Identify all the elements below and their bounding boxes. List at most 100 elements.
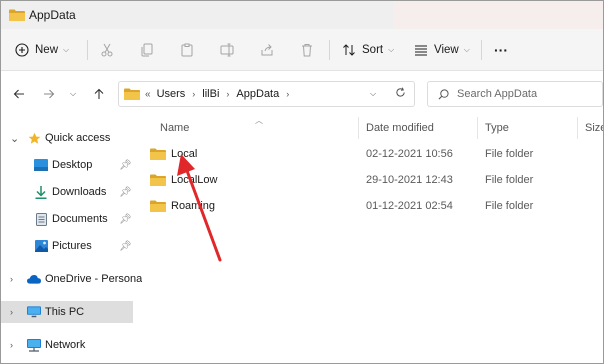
pin-icon[interactable]: 📌︎ [119, 160, 132, 171]
nav-desktop[interactable]: Desktop 📌︎ [1, 154, 133, 176]
search-input[interactable] [457, 88, 587, 100]
file-date: 02-12-2021 10:56 [366, 148, 453, 160]
separator [329, 40, 330, 60]
pictures-icon [34, 239, 48, 253]
file-date: 01-12-2021 02:54 [366, 200, 453, 212]
cloud-icon [27, 272, 41, 286]
navigation-pane: ⌄ Quick access Desktop 📌︎ Downloads 📌︎ D… [1, 117, 145, 363]
overflow-icon[interactable]: « [145, 89, 151, 100]
breadcrumb-user[interactable]: lilBi [202, 88, 219, 100]
trash-icon [302, 44, 312, 57]
new-button[interactable]: New ⌵ [15, 29, 69, 71]
chevron-right-icon[interactable]: › [226, 89, 229, 99]
nav-pictures[interactable]: Pictures 📌︎ [1, 235, 133, 257]
column-divider[interactable] [477, 117, 478, 139]
back-button[interactable] [11, 84, 27, 104]
desktop-icon [34, 158, 48, 172]
chevron-right-icon[interactable]: › [192, 89, 195, 99]
nav-downloads-label: Downloads [52, 186, 107, 198]
address-history-icon[interactable]: ⌵ [370, 89, 376, 99]
nav-network[interactable]: › Network [1, 334, 133, 356]
copy-icon [141, 43, 153, 57]
paste-button[interactable] [180, 29, 194, 71]
scissors-icon [101, 43, 113, 57]
new-label: New [35, 44, 59, 56]
clipboard-icon [181, 43, 193, 57]
recent-locations-button[interactable]: ⌵ [67, 84, 79, 104]
chevron-down-icon[interactable]: ⌄ [10, 132, 19, 145]
share-icon [261, 44, 273, 56]
table-row[interactable]: Roaming 01-12-2021 02:54 File folder [142, 194, 603, 218]
file-type: File folder [485, 200, 534, 212]
file-name: LocalLow [171, 174, 218, 186]
view-button[interactable]: View ⌵ [414, 29, 470, 71]
chevron-right-icon[interactable]: › [10, 340, 13, 350]
rename-button[interactable] [220, 29, 234, 71]
chevron-down-icon: ⌵ [63, 45, 70, 54]
nav-documents[interactable]: Documents 📌︎ [1, 208, 133, 230]
copy-button[interactable] [140, 29, 154, 71]
star-icon [27, 131, 41, 145]
chevron-down-icon: ⌵ [388, 45, 395, 54]
nav-onedrive-label: OneDrive - Personal [45, 273, 145, 285]
view-label: View [434, 44, 459, 56]
computer-icon [27, 305, 41, 319]
refresh-button[interactable] [395, 87, 406, 101]
separator [87, 40, 88, 60]
address-bar[interactable]: « Users › lilBi › AppData › ⌵ [118, 81, 415, 107]
file-type: File folder [485, 174, 534, 186]
chevron-right-icon[interactable]: › [286, 89, 289, 99]
pin-icon[interactable]: 📌︎ [119, 214, 132, 225]
nav-pictures-label: Pictures [52, 240, 92, 252]
column-header-name[interactable]: Name [160, 117, 189, 139]
up-button[interactable] [91, 84, 107, 104]
nav-this-pc[interactable]: › This PC [1, 301, 133, 323]
column-divider[interactable] [577, 117, 578, 139]
delete-button[interactable] [300, 29, 314, 71]
chevron-down-icon: ⌵ [463, 45, 470, 54]
more-options-button[interactable]: ··· [494, 29, 508, 71]
folder-icon [124, 88, 140, 100]
nav-quick-access[interactable]: ⌄ Quick access [1, 127, 133, 149]
file-list: ︿ Name Date modified Type Size Local 02-… [142, 116, 603, 363]
chevron-down-icon: ⌵ [69, 89, 77, 98]
nav-desktop-label: Desktop [52, 159, 93, 171]
folder-icon [150, 200, 166, 212]
network-icon [27, 338, 41, 352]
column-divider[interactable] [358, 117, 359, 139]
chevron-right-icon[interactable]: › [10, 307, 13, 317]
nav-downloads[interactable]: Downloads 📌︎ [1, 181, 133, 203]
nav-documents-label: Documents [52, 213, 108, 225]
refresh-icon [396, 87, 405, 97]
plus-circle-icon [15, 43, 29, 57]
download-icon [34, 185, 48, 199]
nav-onedrive[interactable]: › OneDrive - Personal [1, 268, 145, 290]
file-type: File folder [485, 148, 534, 160]
separator [481, 40, 482, 60]
table-row[interactable]: Local 02-12-2021 10:56 File folder [142, 142, 603, 166]
cut-button[interactable] [100, 29, 114, 71]
sort-label: Sort [362, 44, 384, 56]
window-title: AppData [29, 8, 76, 22]
table-row[interactable]: LocalLow 29-10-2021 12:43 File folder [142, 168, 603, 192]
pin-icon[interactable]: 📌︎ [119, 241, 132, 252]
sort-button[interactable]: Sort ⌵ [342, 29, 394, 71]
search-icon [438, 88, 449, 99]
breadcrumb-appdata[interactable]: AppData [236, 88, 279, 100]
breadcrumb-users[interactable]: Users [157, 88, 186, 100]
address-row: ⌵ « Users › lilBi › AppData › ⌵ [1, 72, 603, 116]
rename-icon [220, 43, 234, 57]
column-header-type[interactable]: Type [485, 117, 509, 139]
column-header-date[interactable]: Date modified [366, 117, 434, 139]
chevron-right-icon[interactable]: › [10, 274, 13, 284]
folder-icon [9, 9, 25, 21]
file-name: Local [171, 148, 198, 160]
pin-icon[interactable]: 📌︎ [119, 187, 132, 198]
column-header-size[interactable]: Size [585, 117, 603, 139]
file-name: Roaming [171, 200, 216, 212]
forward-button[interactable] [41, 84, 57, 104]
share-button[interactable] [260, 29, 274, 71]
command-bar: New ⌵ Sort ⌵ View ⌵ ··· [1, 29, 603, 71]
nav-quick-access-label: Quick access [45, 132, 111, 144]
arrow-up-icon [94, 88, 104, 99]
